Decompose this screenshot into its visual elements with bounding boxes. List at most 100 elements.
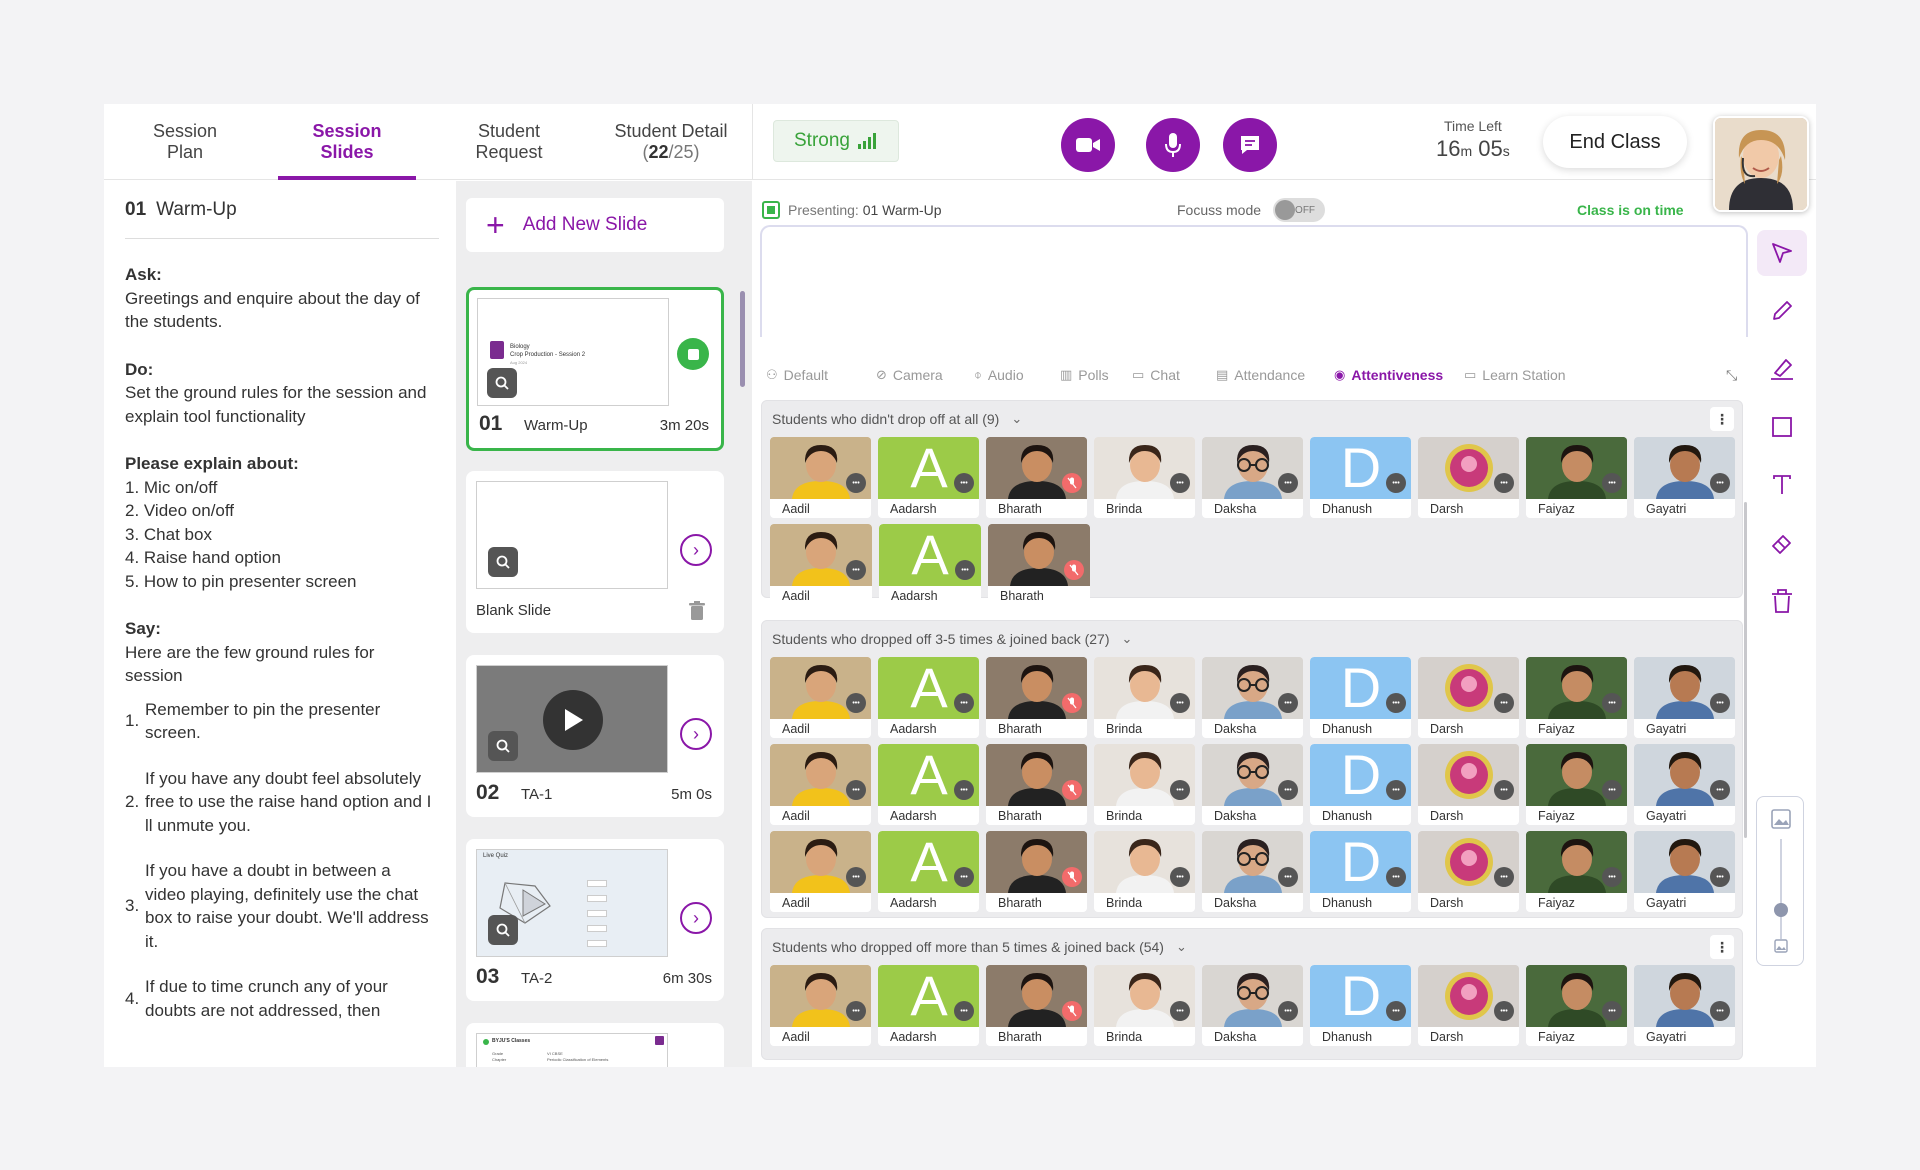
filter-polls[interactable]: ▥ Polls <box>1060 367 1109 383</box>
more-options-icon[interactable]: ••• <box>1278 473 1298 493</box>
more-options-icon[interactable]: ••• <box>846 780 866 800</box>
zoom-slider-handle[interactable] <box>1774 903 1788 917</box>
student-tile[interactable]: A ••• Aadarsh <box>878 831 979 912</box>
more-options-icon[interactable]: ••• <box>955 560 975 580</box>
student-tile[interactable]: A ••• Aadarsh <box>878 965 979 1046</box>
more-options-icon[interactable]: ••• <box>846 473 866 493</box>
more-options-icon[interactable]: ••• <box>1494 867 1514 887</box>
more-options-icon[interactable]: ••• <box>846 560 866 580</box>
more-options-icon[interactable]: ••• <box>1386 1001 1406 1021</box>
zoom-icon[interactable] <box>488 731 518 761</box>
student-tile[interactable]: D ••• Dhanush <box>1310 657 1411 738</box>
whiteboard-area[interactable] <box>760 225 1748 337</box>
mic-off-icon[interactable] <box>1062 473 1082 493</box>
more-options-icon[interactable]: ••• <box>1494 780 1514 800</box>
student-tile[interactable]: Bharath <box>986 965 1087 1046</box>
more-options-icon[interactable]: ••• <box>1494 473 1514 493</box>
student-tile[interactable]: ••• Darsh <box>1418 437 1519 518</box>
student-tile[interactable]: D ••• Dhanush <box>1310 965 1411 1046</box>
student-tile[interactable]: A ••• Aadarsh <box>878 657 979 738</box>
filter-default[interactable]: ⚇ Default <box>766 367 828 383</box>
filter-attentiveness[interactable]: ◉ Attentiveness <box>1334 367 1443 383</box>
slide-card-blank[interactable]: › Blank Slide <box>466 471 724 633</box>
more-options-icon[interactable]: ⋮ <box>1710 407 1734 431</box>
video-button[interactable] <box>1061 118 1115 172</box>
student-tile[interactable]: ••• Brinda <box>1094 744 1195 825</box>
student-tile[interactable]: A ••• Aadarsh <box>878 437 979 518</box>
text-tool[interactable] <box>1757 462 1807 508</box>
slide-card-4[interactable]: BYJU'S Classes Grade Chapter VI CBSE Per… <box>466 1023 724 1067</box>
more-options-icon[interactable]: ••• <box>1278 780 1298 800</box>
end-class-button[interactable]: End Class <box>1543 116 1687 168</box>
student-tile[interactable]: ••• Faiyaz <box>1526 744 1627 825</box>
more-options-icon[interactable]: ••• <box>1710 780 1730 800</box>
zoom-icon[interactable] <box>487 368 517 398</box>
mic-button[interactable] <box>1146 118 1200 172</box>
student-tile[interactable]: Bharath <box>986 437 1087 518</box>
student-tile[interactable]: ••• Aadil <box>770 657 871 738</box>
mic-off-icon[interactable] <box>1064 560 1084 580</box>
chevron-right-icon[interactable]: › <box>680 718 712 750</box>
more-options-icon[interactable]: ••• <box>846 867 866 887</box>
student-tile[interactable]: ••• Daksha <box>1202 744 1303 825</box>
student-tile[interactable]: ••• Aadil <box>770 437 871 518</box>
mic-off-icon[interactable] <box>1062 693 1082 713</box>
more-options-icon[interactable]: ••• <box>954 1001 974 1021</box>
more-options-icon[interactable]: ••• <box>1494 1001 1514 1021</box>
chevron-right-icon[interactable]: › <box>680 534 712 566</box>
student-tile[interactable]: ••• Brinda <box>1094 657 1195 738</box>
filter-attendance[interactable]: ▤ Attendance <box>1216 367 1305 383</box>
student-tile[interactable]: D ••• Dhanush <box>1310 437 1411 518</box>
mic-off-icon[interactable] <box>1062 1001 1082 1021</box>
student-tile[interactable]: ••• Darsh <box>1418 831 1519 912</box>
group-header[interactable]: Students who didn't drop off at all (9) ⌄… <box>762 401 1742 437</box>
student-tile[interactable]: Bharath <box>986 744 1087 825</box>
more-options-icon[interactable]: ••• <box>1602 867 1622 887</box>
more-options-icon[interactable]: ••• <box>1278 693 1298 713</box>
zoom-icon[interactable] <box>488 915 518 945</box>
students-scrollbar[interactable] <box>1744 502 1747 838</box>
student-tile[interactable]: ••• Daksha <box>1202 657 1303 738</box>
slides-scrollbar[interactable] <box>740 291 745 387</box>
slide-card-warm-up[interactable]: Biology Crop Production - Session 2 Aug … <box>466 287 724 451</box>
student-tile[interactable]: ••• Darsh <box>1418 965 1519 1046</box>
student-tile[interactable]: ••• Gayatri <box>1634 657 1735 738</box>
add-slide-button[interactable]: + Add New Slide <box>466 198 724 252</box>
student-tile[interactable]: ••• Gayatri <box>1634 744 1735 825</box>
more-options-icon[interactable]: ••• <box>1386 473 1406 493</box>
student-tile[interactable]: ••• Darsh <box>1418 657 1519 738</box>
shape-tool[interactable] <box>1757 404 1807 450</box>
student-tile[interactable]: ••• Brinda <box>1094 965 1195 1046</box>
more-options-icon[interactable]: ••• <box>846 1001 866 1021</box>
student-tile[interactable]: ••• Daksha <box>1202 965 1303 1046</box>
clear-tool[interactable] <box>1757 578 1807 624</box>
student-tile[interactable]: ••• Faiyaz <box>1526 437 1627 518</box>
more-options-icon[interactable]: ••• <box>1710 867 1730 887</box>
more-options-icon[interactable]: ••• <box>1170 693 1190 713</box>
mic-off-icon[interactable] <box>1062 780 1082 800</box>
student-tile[interactable]: ••• Daksha <box>1202 437 1303 518</box>
more-options-icon[interactable]: ••• <box>1602 473 1622 493</box>
group-header[interactable]: Students who dropped off more than 5 tim… <box>762 929 1742 965</box>
more-options-icon[interactable]: ••• <box>954 473 974 493</box>
presenting-stop-icon[interactable] <box>677 338 709 370</box>
tab-session-plan[interactable]: Session Plan <box>104 104 266 179</box>
slide-card-ta-2[interactable]: Live Quiz › 03 TA-2 6m 30s <box>466 839 724 1001</box>
student-tile[interactable]: ••• Aadil <box>770 524 872 605</box>
more-options-icon[interactable]: ••• <box>1710 693 1730 713</box>
more-options-icon[interactable]: ••• <box>1170 780 1190 800</box>
student-tile[interactable]: ••• Aadil <box>770 744 871 825</box>
more-options-icon[interactable]: ••• <box>846 693 866 713</box>
chevron-right-icon[interactable]: › <box>680 902 712 934</box>
student-tile[interactable]: A ••• Aadarsh <box>879 524 981 605</box>
student-tile[interactable]: ••• Darsh <box>1418 744 1519 825</box>
student-tile[interactable]: A ••• Aadarsh <box>878 744 979 825</box>
student-tile[interactable]: ••• Gayatri <box>1634 437 1735 518</box>
more-options-icon[interactable]: ⋮ <box>1710 935 1734 959</box>
student-tile[interactable]: Bharath <box>986 657 1087 738</box>
tab-session-slides[interactable]: Session Slides <box>266 104 428 180</box>
more-options-icon[interactable]: ••• <box>1710 473 1730 493</box>
pen-tool[interactable] <box>1757 288 1807 334</box>
more-options-icon[interactable]: ••• <box>1710 1001 1730 1021</box>
collapse-icon[interactable]: ⤡ <box>1726 367 1737 384</box>
